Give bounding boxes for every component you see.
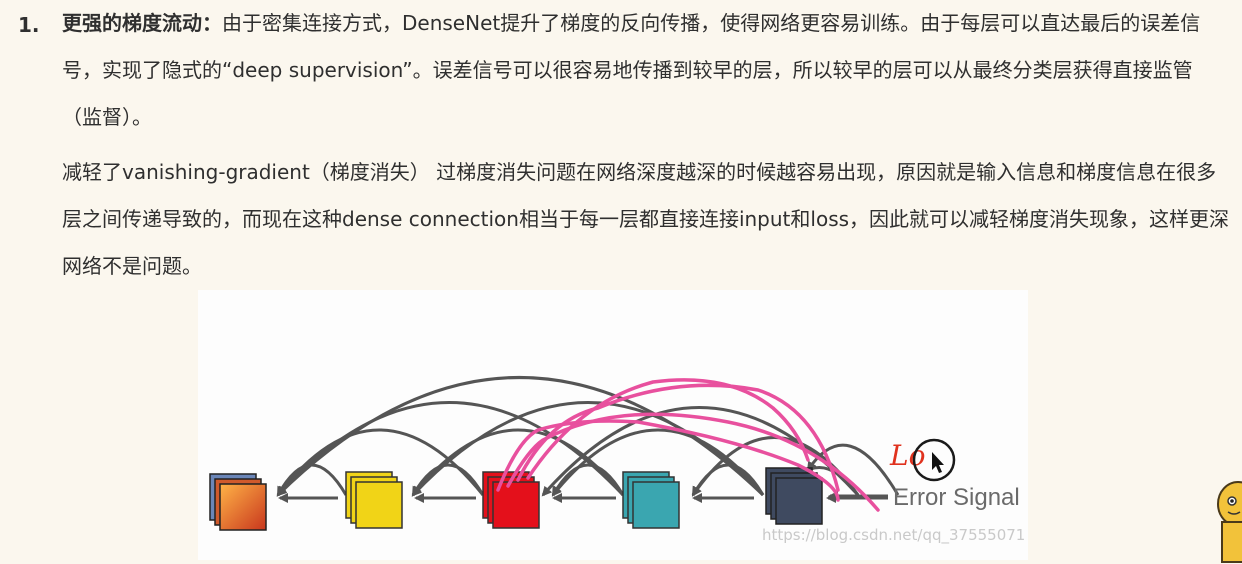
feature-map-input (209, 473, 267, 531)
error-signal-label: Error Signal (893, 484, 1020, 511)
cursor-arrow-icon (932, 452, 944, 473)
arc (411, 401, 765, 497)
arc (276, 463, 348, 497)
arc (411, 463, 485, 497)
arc (551, 463, 625, 497)
densenet-figure: Error Signal Lo (198, 290, 1028, 560)
list-number: 1. (18, 13, 40, 37)
mascot-icon (1217, 481, 1242, 563)
feature-map-teal (622, 471, 680, 529)
document-page: 1. 更强的梯度流动：由于密集连接方式，DenseNet提升了梯度的反向传播，使… (0, 0, 1242, 563)
watermark-url: https://blog.csdn.net/qq_37555071 (762, 526, 1026, 544)
feature-map-dark (765, 467, 823, 525)
handwritten-loss: Lo (889, 439, 925, 472)
paragraph-title: 更强的梯度流动： (62, 11, 222, 35)
paragraph-vanishing-gradient: 减轻了vanishing-gradient（梯度消失） 过梯度消失问题在网络深度… (62, 160, 1230, 278)
feature-map-yellow (345, 471, 403, 529)
paragraph-gradient-flow: 更强的梯度流动：由于密集连接方式，DenseNet提升了梯度的反向传播，使得网络… (62, 0, 1230, 141)
densenet-diagram: Error Signal Lo (209, 376, 1020, 531)
paragraph-body: 由于密集连接方式，DenseNet提升了梯度的反向传播，使得网络更容易训练。由于… (62, 11, 1201, 129)
